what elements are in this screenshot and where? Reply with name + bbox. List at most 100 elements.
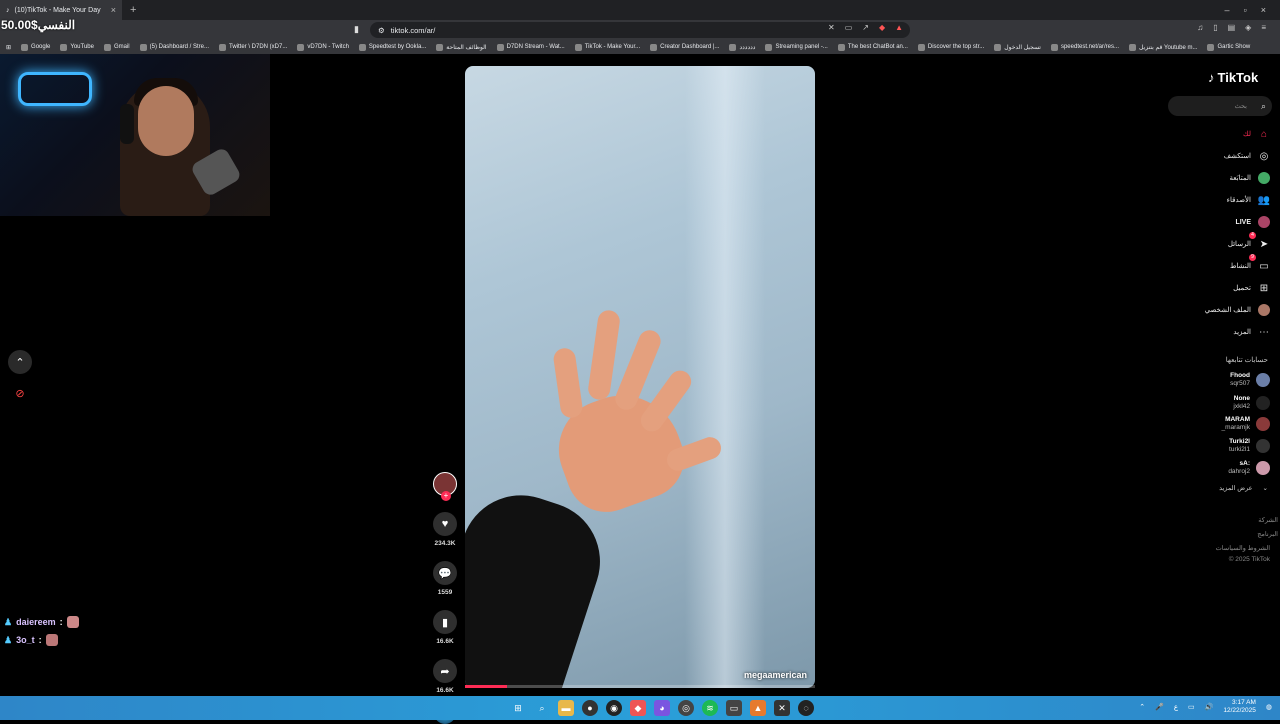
comment-button[interactable]: 💬: [433, 561, 457, 585]
search-icon[interactable]: ⌕: [1261, 101, 1266, 112]
bookmark-item[interactable]: TikTok - Make Your...: [574, 43, 640, 51]
tab-close-icon[interactable]: ×: [111, 5, 116, 15]
browser-tab-strip: ♪ (10)TikTok - Make Your Day × + – ▫ ×: [0, 0, 1280, 20]
bookmark-item[interactable]: Gmail: [103, 43, 130, 51]
nav-item-following[interactable]: المتابَعة ●: [1150, 168, 1270, 188]
share-button[interactable]: ➦: [433, 659, 457, 683]
bookmark-item[interactable]: vD7DN - Twitch: [297, 43, 349, 51]
start-icon[interactable]: ⊞: [510, 700, 526, 716]
clock-date: 12/22/2025: [1223, 707, 1256, 714]
bookmark-item[interactable]: speedtest.net/ar/res...: [1050, 43, 1119, 51]
bookmark-item[interactable]: تسجيل الدخول: [994, 43, 1041, 51]
bookmark-item[interactable]: Creator Dashboard |...: [650, 43, 720, 51]
nav-item-live[interactable]: LIVE ●: [1150, 212, 1270, 232]
cast-icon[interactable]: ▭: [845, 23, 853, 32]
bookmark-item[interactable]: Gartic Show: [1207, 43, 1250, 51]
footer-program-link[interactable]: البرنامج: [1257, 530, 1278, 538]
bookmark-item[interactable]: D7DN Stream - Wat...: [496, 43, 565, 51]
bookmark-label: دددددد: [739, 44, 756, 51]
apps-grid-icon[interactable]: ⊞: [6, 44, 11, 51]
bookmark-favicon-icon: [917, 43, 925, 51]
comment-icon: 💬: [438, 567, 452, 580]
new-tab-button[interactable]: +: [130, 4, 136, 16]
mute-icon[interactable]: ✕: [828, 23, 835, 32]
browser-tab-tiktok[interactable]: ♪ (10)TikTok - Make Your Day ×: [0, 0, 122, 20]
share-icon[interactable]: ↗: [862, 23, 869, 32]
footer-company-link[interactable]: الشركة: [1258, 516, 1278, 524]
save-button[interactable]: ▮: [433, 610, 457, 634]
nav-item-friends[interactable]: الأصدقاء 👥: [1150, 190, 1271, 210]
menu-icon[interactable]: ≡: [1261, 23, 1266, 32]
nav-item-more[interactable]: المزيد ⋯: [1150, 322, 1270, 342]
bookmark-item[interactable]: Speedtest by Ookla...: [358, 43, 426, 51]
bookmark-item[interactable]: Streaming panel -...: [765, 43, 828, 51]
language-indicator[interactable]: ع: [1174, 703, 1178, 711]
terminal-icon[interactable]: ▭: [726, 700, 742, 716]
chrome-icon[interactable]: ◌: [798, 700, 814, 716]
search-taskbar-icon[interactable]: ⌕: [534, 700, 550, 716]
account-text: MARAM _maramjk: [1221, 416, 1250, 432]
close-window-button[interactable]: ×: [1261, 5, 1266, 15]
search-input[interactable]: بحث ⌕: [1168, 96, 1272, 116]
notification-icon[interactable]: ◍: [1266, 703, 1272, 711]
volume-icon[interactable]: 🔊: [1205, 703, 1214, 711]
scroll-up-button[interactable]: ⌃: [8, 350, 32, 374]
bookmark-item[interactable]: Google: [21, 43, 50, 51]
tray-chevron-icon[interactable]: ⌃: [1139, 703, 1145, 711]
capcut-icon[interactable]: ✕: [774, 700, 790, 716]
network-icon[interactable]: ▭: [1188, 703, 1195, 711]
bookmark-label: Creator Dashboard |...: [660, 44, 720, 50]
mic-icon[interactable]: 🎤: [1155, 703, 1164, 711]
spotify-icon[interactable]: ≋: [702, 700, 718, 716]
nav-item-compass[interactable]: استكشف ◎: [1150, 146, 1270, 166]
maximize-button[interactable]: ▫: [1244, 5, 1247, 15]
obs-icon[interactable]: ●: [582, 700, 598, 716]
extension-icon[interactable]: ♫: [1197, 23, 1203, 32]
bookmark-item[interactable]: دددددد: [729, 43, 756, 51]
friends-icon: 👥: [1257, 194, 1271, 206]
rewards-icon[interactable]: ▲: [895, 23, 903, 32]
bookmark-item[interactable]: الوظائف المتاحة: [436, 43, 487, 51]
video-player[interactable]: megaamerican: [465, 66, 815, 688]
nav-item-messages[interactable]: الرسائل ➤ 4: [1150, 232, 1270, 254]
blender-icon[interactable]: ▲: [750, 700, 766, 716]
followed-account[interactable]: sA: dahroj2: [1180, 458, 1270, 478]
app-icon[interactable]: ◎: [678, 700, 694, 716]
file-explorer-icon[interactable]: ▬: [558, 700, 574, 716]
nav-item-home[interactable]: لك ⌂: [1150, 124, 1270, 144]
brave-icon[interactable]: ◆: [630, 700, 646, 716]
like-button[interactable]: ♥: [433, 512, 457, 536]
clock[interactable]: 3:17 AM 12/22/2025: [1223, 699, 1256, 715]
nav-item-activity[interactable]: النشاط ▭ 9: [1150, 254, 1270, 276]
bookmark-item[interactable]: (5) Dashboard / Stre...: [139, 43, 209, 51]
followed-account[interactable]: None jxkl42: [1180, 393, 1270, 413]
footer-terms-link[interactable]: الشروط والسياسات: [1216, 544, 1270, 552]
video-progress-bar[interactable]: [465, 685, 815, 688]
followed-account[interactable]: Turki2l turki2l1: [1180, 436, 1270, 456]
nav-item-upload[interactable]: تحميل ⊞: [1150, 278, 1270, 298]
tiktok-logo[interactable]: ♪ TikTok: [1208, 70, 1258, 85]
vpn-icon[interactable]: ◈: [1245, 23, 1251, 32]
site-info-icon[interactable]: ⚙: [378, 26, 385, 35]
followed-account[interactable]: Fhood sqr507: [1180, 370, 1270, 390]
see-more-label: عرض المزيد: [1219, 485, 1253, 492]
brave-shield-icon[interactable]: ◆: [879, 23, 885, 32]
followed-account[interactable]: MARAM _maramjk: [1180, 414, 1270, 434]
bookmark-item[interactable]: YouTube: [60, 43, 94, 51]
sidebar-icon[interactable]: ▯: [1213, 23, 1217, 32]
nav-item-profile[interactable]: الملف الشخصي ●: [1150, 300, 1270, 320]
wallet-icon[interactable]: ▤: [1228, 23, 1236, 32]
bookmark-item[interactable]: Twitter \ D7DN (xD7...: [219, 43, 287, 51]
clock-time: 3:17 AM: [1232, 699, 1256, 706]
bookmark-star-icon[interactable]: ▮: [354, 24, 359, 35]
creator-avatar[interactable]: +: [433, 472, 457, 501]
bookmark-item[interactable]: Discover the top str...: [917, 43, 984, 51]
minimize-button[interactable]: –: [1225, 5, 1230, 15]
discord-icon[interactable]: ◕: [654, 700, 670, 716]
bookmark-item[interactable]: قم بتنزيل Youtube m...: [1129, 43, 1197, 51]
follow-plus-icon[interactable]: +: [441, 491, 451, 501]
see-more-button[interactable]: عرض المزيد ⌄: [1219, 484, 1268, 492]
bookmark-item[interactable]: The best ChatBot an...: [837, 43, 908, 51]
github-icon[interactable]: ◉: [606, 700, 622, 716]
bookmark-label: Streaming panel -...: [775, 44, 828, 50]
